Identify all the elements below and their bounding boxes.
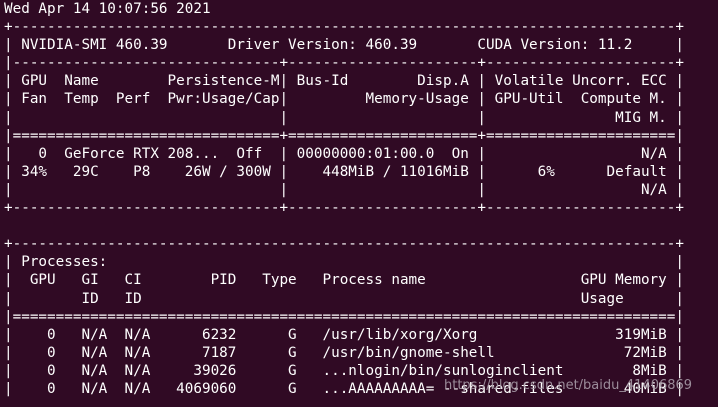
terminal-line: +-------------------------------+-------… (4, 200, 684, 217)
terminal-line: | | | MIG M. | (4, 109, 684, 126)
watermark-text: https://blog.csdn.net/baidu_41406869 (444, 378, 693, 393)
terminal-line: | Fan Temp Perf Pwr:Usage/Cap| Memory-Us… (4, 91, 684, 108)
terminal-line: |===============================+=======… (4, 127, 684, 144)
terminal-line: |-------------------------------+-------… (4, 55, 684, 72)
terminal-line: +---------------------------------------… (4, 236, 684, 253)
terminal-line: | NVIDIA-SMI 460.39 Driver Version: 460.… (4, 37, 684, 54)
terminal-output: Wed Apr 14 10:07:56 2021 +---------------… (4, 0, 684, 398)
terminal-line: | GPU Name Persistence-M| Bus-Id Disp.A … (4, 73, 684, 90)
terminal-line: | 0 GeForce RTX 208... Off | 00000000:01… (4, 145, 684, 162)
terminal-line: | 34% 29C P8 26W / 300W | 448MiB / 11016… (4, 163, 684, 180)
terminal-line: | Processes: | (4, 254, 684, 271)
terminal-line: |=======================================… (4, 308, 684, 325)
terminal-window[interactable]: Wed Apr 14 10:07:56 2021 +---------------… (0, 0, 718, 407)
terminal-line: | 0 N/A N/A 6232 G /usr/lib/xorg/Xorg 31… (4, 326, 684, 343)
terminal-line: | GPU GI CI PID Type Process name GPU Me… (4, 272, 684, 289)
terminal-line: | | | N/A | (4, 181, 684, 198)
terminal-line: +---------------------------------------… (4, 19, 684, 36)
terminal-line: | 0 N/A N/A 7187 G /usr/bin/gnome-shell … (4, 344, 684, 361)
terminal-line: | ID ID Usage | (4, 290, 684, 307)
terminal-line: Wed Apr 14 10:07:56 2021 (4, 1, 211, 17)
